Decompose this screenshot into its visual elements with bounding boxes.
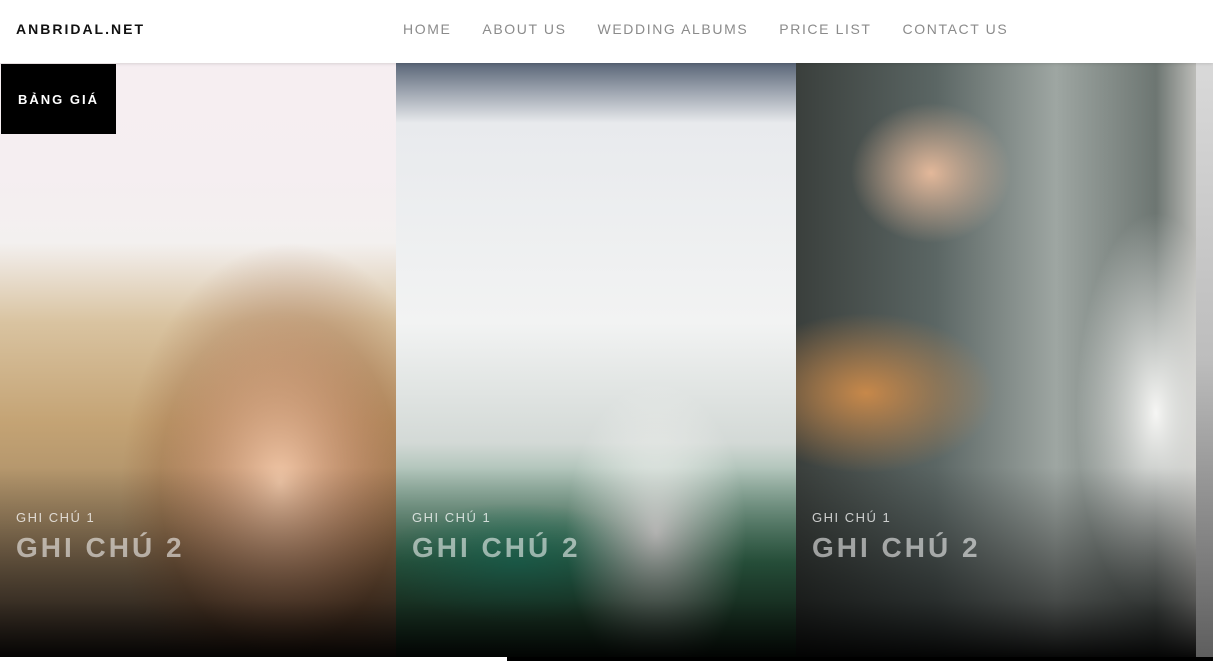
slider-progress-track [0,657,1213,661]
main-nav: HOME ABOUT US WEDDING ALBUMS PRICE LIST … [403,21,1039,37]
slider-progress-fill [0,657,508,661]
nav-contact-us[interactable]: CONTACT US [903,21,1009,37]
nav-wedding-albums[interactable]: WEDDING ALBUMS [598,21,749,37]
gallery-panel-portrait[interactable]: GHI CHÚ 1 GHI CHÚ 2 [0,63,396,657]
nav-about-us[interactable]: ABOUT US [482,21,566,37]
top-navigation-bar: ANBRIDAL.NET HOME ABOUT US WEDDING ALBUM… [0,0,1213,63]
nav-price-list[interactable]: PRICE LIST [779,21,871,37]
panel-caption-large: GHI CHÚ 2 [412,532,581,563]
photo-gallery-slider[interactable]: GHI CHÚ 1 GHI CHÚ 2 GHI CHÚ 1 GHI CHÚ 2 … [0,63,1213,657]
price-list-badge[interactable]: BẢNG GIÁ [1,64,116,134]
panel-caption-small: GHI CHÚ 1 [812,510,892,525]
panel-caption-large: GHI CHÚ 2 [16,532,185,563]
gallery-panel-partial[interactable] [1196,63,1213,657]
nav-home[interactable]: HOME [403,21,451,37]
site-logo[interactable]: ANBRIDAL.NET [16,21,145,37]
panel-caption-large: GHI CHÚ 2 [812,532,981,563]
gallery-panel-couple-indoor[interactable]: GHI CHÚ 1 GHI CHÚ 2 [396,63,796,657]
gallery-panel-couple-guitar[interactable]: GHI CHÚ 1 GHI CHÚ 2 [796,63,1196,657]
panel-caption-small: GHI CHÚ 1 [16,510,96,525]
panel-caption-small: GHI CHÚ 1 [412,510,492,525]
